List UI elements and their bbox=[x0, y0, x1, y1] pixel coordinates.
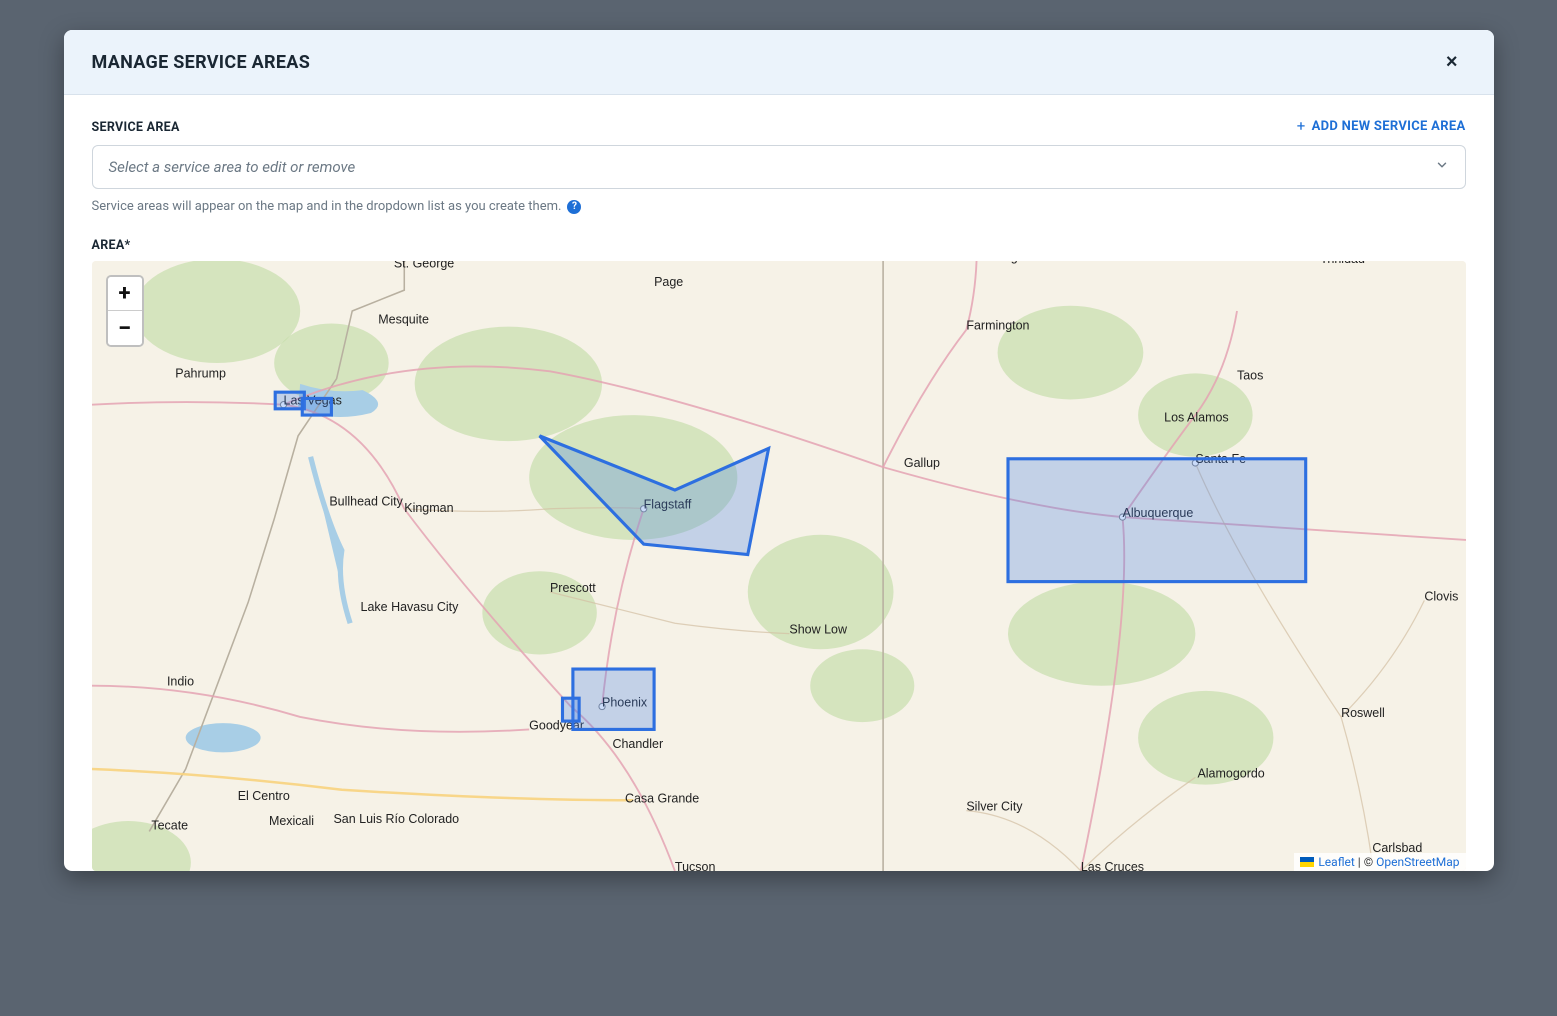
service-area-hint: Service areas will appear on the map and… bbox=[92, 199, 1466, 214]
service-area-las-vegas-area[interactable] bbox=[275, 392, 304, 409]
map-svg: St. GeorgePahrumpLas VegasMesquitePageBu… bbox=[92, 261, 1466, 871]
city-label-mexicali: Mexicali bbox=[268, 814, 313, 828]
city-label-show-low: Show Low bbox=[789, 623, 848, 637]
service-area-header: SERVICE AREA + ADD NEW SERVICE AREA bbox=[92, 119, 1466, 135]
minus-icon: − bbox=[118, 316, 131, 340]
plus-icon: + bbox=[1297, 119, 1306, 134]
area-label: AREA* bbox=[92, 238, 1466, 253]
leaflet-link[interactable]: Leaflet bbox=[1318, 855, 1354, 869]
city-label-page: Page bbox=[654, 275, 683, 289]
city-label-indio: Indio bbox=[166, 675, 193, 689]
close-icon: × bbox=[1446, 51, 1458, 73]
osm-link[interactable]: OpenStreetMap bbox=[1376, 855, 1459, 869]
city-label-clovis: Clovis bbox=[1424, 589, 1458, 603]
city-label-durango: Durango bbox=[976, 261, 1024, 264]
city-label-alamogordo: Alamogordo bbox=[1197, 766, 1264, 780]
service-area-phoenix-area[interactable] bbox=[572, 669, 653, 729]
add-new-service-area-link[interactable]: + ADD NEW SERVICE AREA bbox=[1297, 119, 1466, 134]
zoom-controls: + − bbox=[106, 275, 144, 347]
city-label-farmington: Farmington bbox=[966, 319, 1029, 333]
modal-title: MANAGE SERVICE AREAS bbox=[92, 52, 311, 73]
city-label-bullhead-city: Bullhead City bbox=[329, 495, 403, 509]
service-area-label: SERVICE AREA bbox=[92, 120, 180, 135]
city-label-silver-city: Silver City bbox=[966, 800, 1023, 814]
city-label-st.-george: St. George bbox=[393, 261, 453, 270]
info-icon[interactable]: ? bbox=[567, 200, 581, 214]
city-label-gallup: Gallup bbox=[903, 456, 939, 470]
map-attribution: Leaflet | © OpenStreetMap bbox=[1294, 853, 1465, 871]
city-label-san-luis-río-colorado: San Luis Río Colorado bbox=[333, 812, 459, 826]
zoom-in-button[interactable]: + bbox=[108, 277, 142, 311]
service-area-albuquerque-area[interactable] bbox=[1008, 459, 1306, 582]
hint-text: Service areas will appear on the map and… bbox=[92, 199, 562, 214]
city-label-las-cruces: Las Cruces bbox=[1080, 860, 1143, 871]
flag-icon bbox=[1300, 857, 1314, 867]
city-label-lake-havasu-city: Lake Havasu City bbox=[360, 600, 459, 614]
city-label-tecate: Tecate bbox=[151, 818, 188, 832]
service-area-placeholder: Select a service area to edit or remove bbox=[109, 158, 356, 176]
modal-body: SERVICE AREA + ADD NEW SERVICE AREA Sele… bbox=[64, 95, 1494, 871]
attribution-separator: | © bbox=[1355, 855, 1376, 869]
city-label-roswell: Roswell bbox=[1341, 706, 1385, 720]
plus-icon: + bbox=[119, 283, 131, 305]
city-label-el-centro: El Centro bbox=[237, 789, 289, 803]
manage-service-areas-modal: MANAGE SERVICE AREAS × SERVICE AREA + AD… bbox=[64, 30, 1494, 871]
add-new-service-area-text: ADD NEW SERVICE AREA bbox=[1312, 119, 1466, 134]
city-label-prescott: Prescott bbox=[550, 581, 596, 595]
zoom-out-button[interactable]: − bbox=[108, 311, 142, 345]
map[interactable]: St. GeorgePahrumpLas VegasMesquitePageBu… bbox=[92, 261, 1466, 871]
service-area-las-vegas-area-2[interactable] bbox=[302, 398, 331, 415]
city-label-tucson: Tucson bbox=[674, 860, 715, 871]
city-label-trinidad: Trinidad bbox=[1320, 261, 1365, 266]
modal-header: MANAGE SERVICE AREAS × bbox=[64, 30, 1494, 95]
city-label-casa-grande: Casa Grande bbox=[624, 791, 698, 805]
city-label-pahrump: Pahrump bbox=[175, 367, 226, 381]
city-label-mesquite: Mesquite bbox=[378, 312, 429, 326]
service-area-select[interactable]: Select a service area to edit or remove bbox=[92, 145, 1466, 189]
city-label-taos: Taos bbox=[1237, 369, 1263, 383]
close-button[interactable]: × bbox=[1438, 48, 1466, 76]
service-area-phoenix-area-2[interactable] bbox=[562, 698, 579, 721]
city-label-kingman: Kingman bbox=[404, 501, 453, 515]
city-label-los-alamos: Los Alamos bbox=[1164, 410, 1229, 424]
city-label-chandler: Chandler bbox=[612, 737, 663, 751]
chevron-down-icon bbox=[1435, 158, 1449, 176]
